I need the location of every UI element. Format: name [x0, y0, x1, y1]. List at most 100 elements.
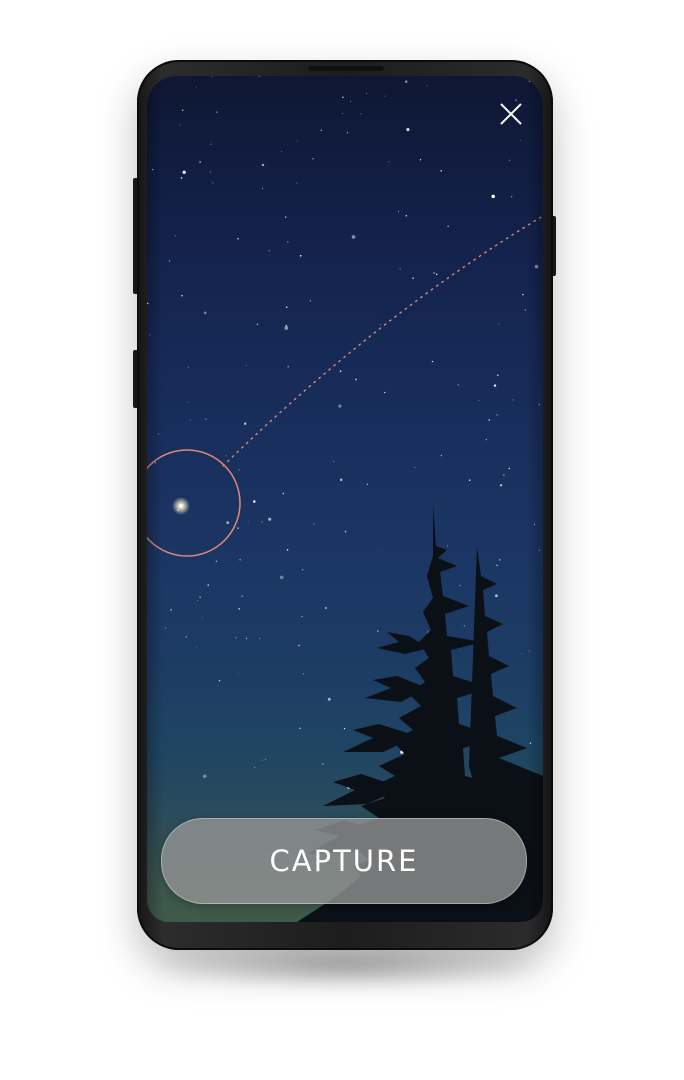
star	[279, 575, 284, 580]
star	[538, 403, 540, 406]
star	[534, 264, 539, 269]
star	[152, 168, 154, 171]
star	[258, 76, 261, 77]
star	[237, 237, 239, 240]
star	[406, 128, 410, 132]
star	[210, 143, 212, 145]
star	[174, 235, 176, 237]
star	[344, 530, 347, 533]
star	[376, 630, 379, 632]
star	[508, 467, 511, 470]
star	[528, 650, 531, 652]
star	[360, 113, 362, 115]
star	[512, 399, 514, 401]
star	[541, 84, 543, 88]
star	[320, 129, 322, 131]
star	[366, 483, 368, 485]
star	[181, 109, 184, 112]
star	[241, 595, 243, 597]
star	[201, 616, 203, 618]
star	[521, 653, 523, 655]
star	[299, 727, 301, 730]
star	[245, 637, 248, 640]
star	[397, 211, 400, 213]
star	[302, 569, 304, 571]
star	[440, 170, 442, 172]
star	[170, 609, 172, 611]
star	[533, 78, 537, 82]
capture-button[interactable]: CAPTURE	[161, 818, 527, 904]
star	[384, 391, 386, 394]
star	[399, 268, 401, 270]
star	[346, 131, 349, 134]
star	[199, 161, 201, 163]
star	[350, 100, 352, 102]
night-sky	[147, 76, 543, 922]
star	[510, 196, 513, 198]
star	[459, 584, 461, 587]
star	[211, 76, 213, 78]
star	[195, 86, 197, 88]
target-star	[179, 504, 183, 508]
star	[327, 697, 331, 701]
star	[286, 549, 289, 551]
star	[282, 492, 285, 495]
close-icon	[500, 103, 522, 125]
star	[268, 517, 272, 521]
star	[538, 549, 540, 552]
star	[366, 92, 368, 94]
star	[185, 636, 187, 638]
star	[237, 527, 239, 529]
star	[485, 438, 487, 441]
star	[245, 364, 247, 367]
star	[312, 158, 314, 160]
star	[496, 564, 498, 567]
star	[149, 334, 151, 336]
star	[488, 419, 490, 421]
star	[499, 484, 503, 487]
star	[524, 309, 526, 311]
star	[313, 523, 315, 525]
star	[339, 370, 342, 373]
star	[431, 360, 434, 363]
star	[281, 150, 283, 152]
star	[262, 187, 264, 189]
star	[262, 759, 264, 761]
star	[412, 277, 414, 280]
star	[225, 455, 227, 457]
star	[528, 80, 531, 83]
star	[218, 679, 221, 682]
star	[205, 418, 207, 420]
star	[180, 177, 183, 179]
star	[463, 624, 466, 627]
capture-button-label: CAPTURE	[269, 844, 419, 878]
star	[259, 638, 261, 639]
star	[405, 215, 408, 217]
camera-viewfinder[interactable]: CAPTURE	[147, 76, 543, 922]
star	[339, 478, 343, 482]
star	[285, 324, 288, 327]
star	[238, 607, 241, 610]
star	[195, 646, 198, 648]
star	[157, 433, 160, 435]
star	[182, 170, 186, 174]
star	[426, 85, 428, 87]
star	[238, 469, 240, 471]
star	[196, 600, 198, 601]
star	[380, 323, 382, 325]
star	[338, 404, 342, 408]
star	[384, 95, 386, 97]
star	[253, 500, 256, 503]
close-button[interactable]	[497, 100, 525, 128]
star	[433, 272, 435, 274]
star	[497, 374, 499, 377]
star	[248, 521, 250, 523]
star	[508, 159, 511, 162]
trajectory-line	[222, 215, 543, 467]
star	[378, 551, 380, 553]
star	[520, 139, 521, 141]
star	[440, 454, 443, 457]
target-ring[interactable]	[147, 449, 241, 557]
star	[215, 111, 218, 113]
star	[164, 627, 166, 629]
